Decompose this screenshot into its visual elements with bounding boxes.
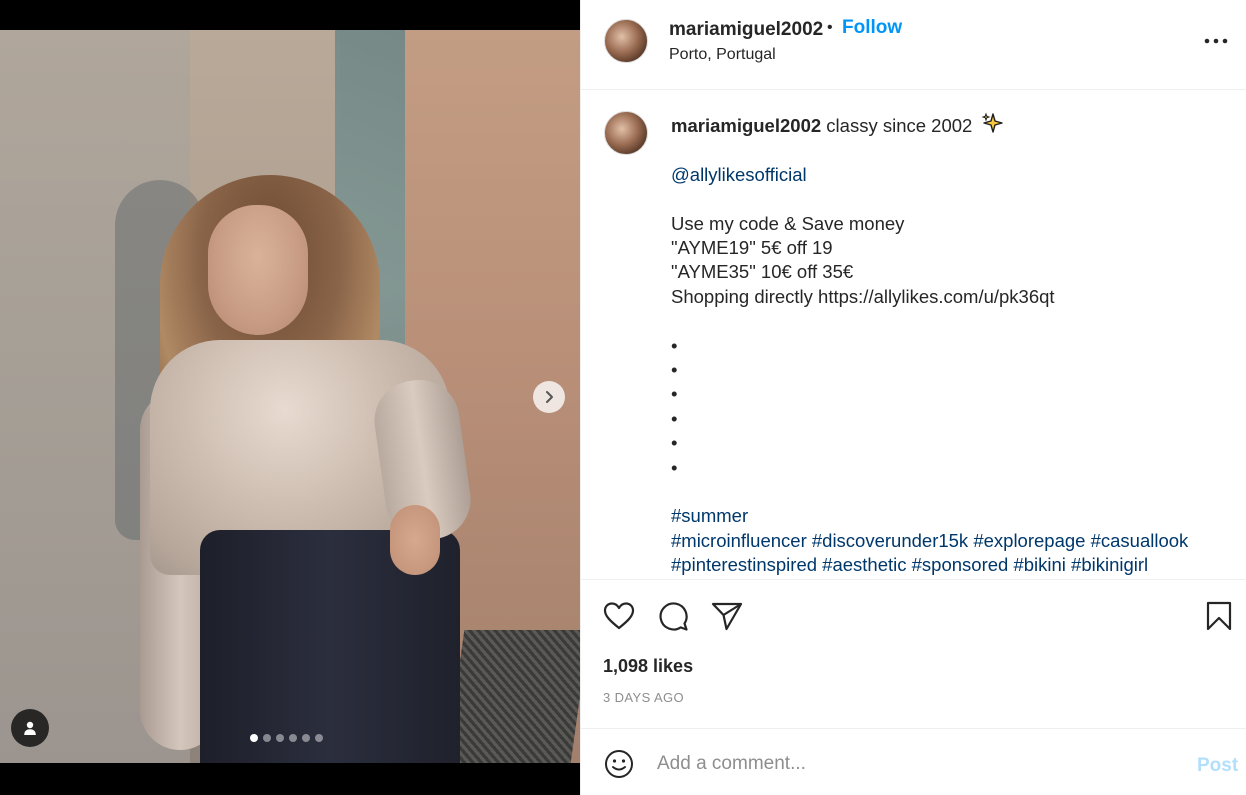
next-image-button[interactable] — [533, 381, 565, 413]
hashtag-line[interactable]: #summer — [671, 505, 748, 526]
carousel-dot — [315, 734, 323, 742]
chevron-right-icon — [546, 391, 553, 403]
comment-icon — [659, 602, 688, 631]
location-link[interactable]: Porto, Portugal — [669, 46, 776, 64]
tagged-users-button[interactable] — [11, 709, 49, 747]
hashtag-line[interactable]: #pinterestinspired #aesthetic #sponsored… — [671, 554, 1148, 575]
save-button[interactable] — [1201, 598, 1237, 634]
carousel-dot — [263, 734, 271, 742]
promo-line: Use my code & Save money — [671, 212, 905, 234]
bullet-line: • — [671, 359, 678, 381]
comment-input[interactable] — [657, 751, 1177, 777]
caption-text: mariamiguel2002 classy since 2002 @allyl… — [671, 112, 1231, 578]
user-tag-icon — [24, 721, 36, 735]
carousel-dot — [302, 734, 310, 742]
promo-line: "AYME19" 5€ off 19 — [671, 237, 833, 258]
caption-section: mariamiguel2002 classy since 2002 @allyl… — [581, 90, 1246, 580]
smile-icon — [605, 750, 633, 778]
carousel-dot — [289, 734, 297, 742]
promo-line: Shopping directly https://allylikes.com/… — [671, 285, 1055, 307]
more-options-button[interactable] — [1201, 26, 1231, 56]
action-bar — [581, 590, 1246, 640]
share-button[interactable] — [709, 598, 745, 634]
post-sidebar: mariamiguel2002 • Follow Porto, Portugal… — [580, 0, 1246, 795]
emoji-picker-button[interactable] — [603, 748, 635, 780]
bullet-line: • — [671, 334, 678, 356]
avatar[interactable] — [604, 19, 648, 63]
face — [208, 205, 308, 335]
share-icon — [711, 602, 743, 631]
promo-line: "AYME35" 10€ off 35€ — [671, 261, 854, 283]
like-count[interactable]: 1,098 likes — [603, 656, 693, 677]
follow-button[interactable]: Follow — [842, 17, 902, 39]
pavement — [445, 630, 580, 763]
comment-bar: Post — [581, 728, 1246, 795]
more-icon — [1204, 38, 1228, 44]
comment-button[interactable] — [655, 598, 691, 634]
post-comment-button[interactable]: Post — [1197, 755, 1238, 777]
like-button[interactable] — [601, 598, 637, 634]
bullet-line: • — [671, 432, 678, 454]
carousel-dot — [250, 734, 258, 742]
hand — [390, 505, 440, 575]
mention-link[interactable]: @allylikesofficial — [671, 164, 807, 185]
carousel-dot — [276, 734, 284, 742]
heart-icon — [603, 602, 635, 630]
caption-intro: classy since 2002 — [826, 115, 973, 136]
header-username[interactable]: mariamiguel2002 — [669, 19, 823, 41]
avatar[interactable] — [604, 111, 648, 155]
post-media — [0, 0, 580, 795]
header-separator: • — [827, 19, 833, 36]
hashtag-line[interactable]: #microinfluencer #discoverunder15k #expl… — [671, 530, 1188, 551]
bullet-line: • — [671, 407, 678, 429]
bullet-line: • — [671, 383, 678, 405]
bullet-line: • — [671, 456, 678, 478]
carousel-indicator — [250, 734, 323, 742]
sparkles-icon — [982, 112, 1004, 133]
caption-username[interactable]: mariamiguel2002 — [671, 115, 821, 136]
post-dialog: mariamiguel2002 • Follow Porto, Portugal… — [0, 0, 1246, 795]
bookmark-icon — [1206, 601, 1232, 631]
post-timestamp[interactable]: 3 DAYS AGO — [603, 690, 684, 705]
post-header: mariamiguel2002 • Follow Porto, Portugal — [581, 0, 1246, 90]
post-photo[interactable] — [0, 30, 580, 763]
